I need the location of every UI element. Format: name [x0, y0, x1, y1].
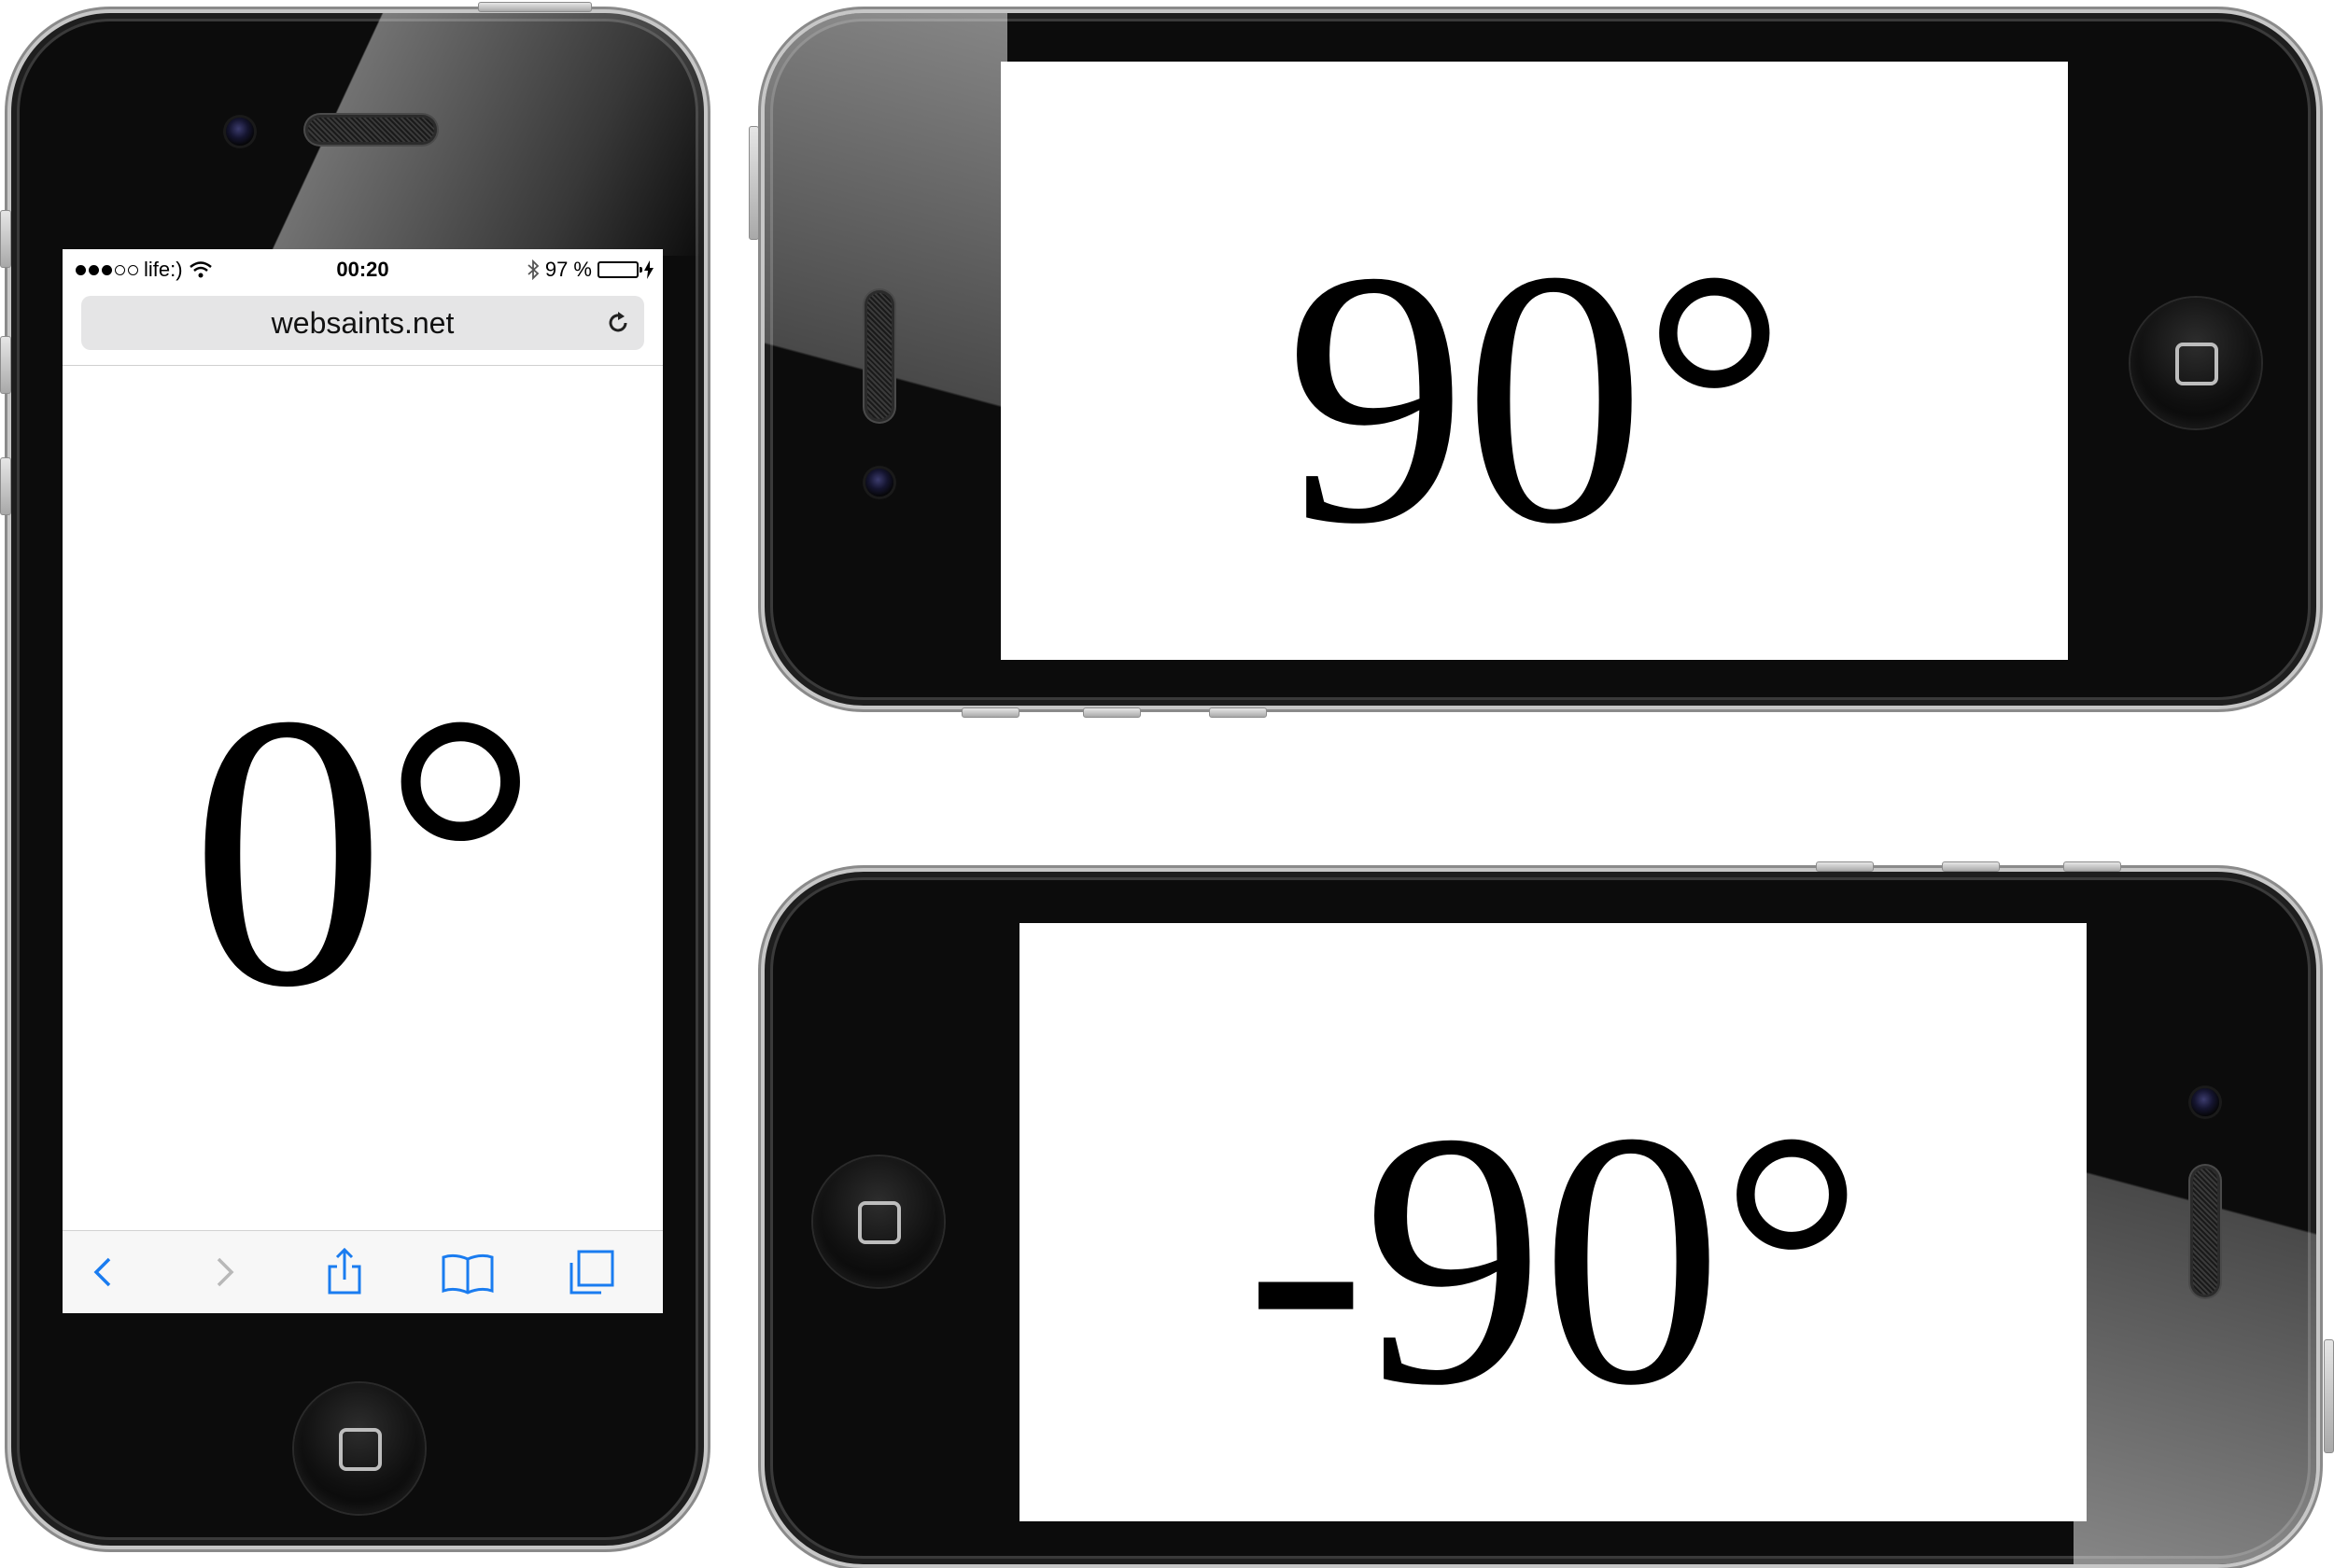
home-square-icon [858, 1201, 901, 1244]
charging-bolt-icon [644, 260, 654, 279]
earpiece-speaker [308, 118, 434, 142]
volume-up-button [0, 336, 11, 394]
bookmarks-icon[interactable] [440, 1244, 496, 1300]
front-camera [2191, 1088, 2219, 1116]
bluetooth-icon [527, 259, 540, 280]
mute-switch [962, 707, 1019, 718]
address-bar-divider [63, 365, 663, 366]
phone-landscape-minus-90: -90° [761, 868, 2320, 1568]
portrait-screen: life:) 00:20 97 % websaints.net 0° [63, 249, 663, 1313]
home-square-icon [339, 1428, 382, 1471]
phone-landscape-90: 90° [761, 9, 2320, 709]
volume-up-button [1942, 861, 2000, 872]
volume-down-button [1816, 861, 1874, 872]
angle-label: 0° [190, 634, 540, 1068]
front-camera [226, 118, 254, 146]
volume-down-button [1209, 707, 1267, 718]
battery-icon [598, 261, 642, 278]
angle-label: 90° [1285, 196, 1788, 599]
landscape-minus-90-screen: -90° [1019, 923, 2087, 1521]
url-text: websaints.net [271, 306, 455, 340]
power-button [2324, 1339, 2334, 1453]
earpiece-speaker [2193, 1169, 2217, 1295]
reload-icon[interactable] [605, 310, 631, 336]
mute-switch [0, 210, 11, 268]
front-camera [865, 469, 893, 497]
angle-label: -90° [1244, 1057, 1865, 1461]
forward-icon[interactable] [196, 1244, 252, 1300]
phone-portrait: life:) 00:20 97 % websaints.net 0° [7, 9, 708, 1549]
volume-down-button [0, 457, 11, 515]
back-icon[interactable] [76, 1244, 132, 1300]
landscape-90-screen: 90° [1001, 62, 2068, 660]
status-bar: life:) 00:20 97 % [63, 249, 663, 292]
share-icon[interactable] [316, 1244, 373, 1300]
power-button [478, 2, 592, 12]
address-bar[interactable]: websaints.net [81, 296, 644, 350]
battery-percent: 97 % [544, 258, 592, 281]
home-square-icon [2175, 343, 2218, 385]
mute-switch [2063, 861, 2121, 872]
home-button[interactable] [813, 1156, 944, 1287]
home-button[interactable] [2130, 298, 2261, 428]
earpiece-speaker [867, 293, 892, 419]
home-button[interactable] [294, 1383, 425, 1514]
volume-up-button [1083, 707, 1141, 718]
power-button [749, 126, 759, 240]
tabs-icon[interactable] [564, 1244, 620, 1300]
safari-toolbar [63, 1230, 663, 1313]
